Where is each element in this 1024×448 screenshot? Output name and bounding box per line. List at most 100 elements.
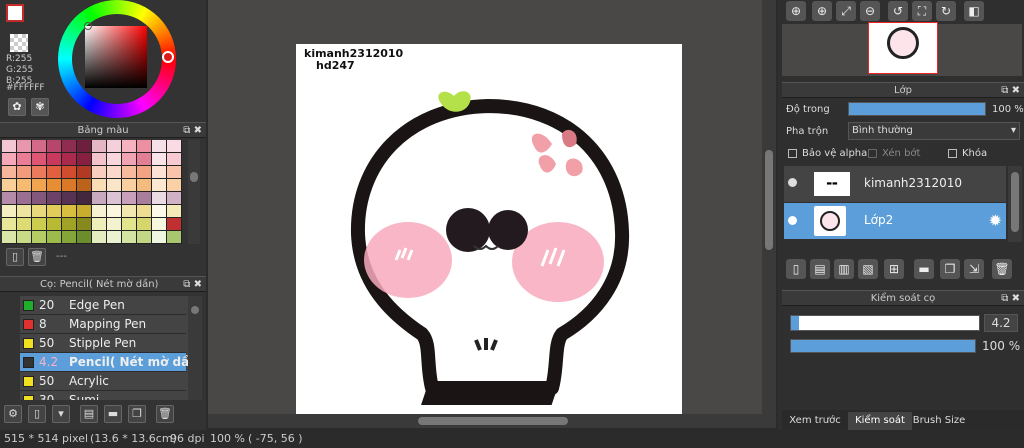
protect-alpha-checkbox[interactable]: Bảo vệ alpha — [788, 148, 867, 159]
layer-scrollbar[interactable] — [1008, 166, 1022, 242]
trash-icon[interactable]: 🗑 — [156, 405, 174, 423]
palette-swatch[interactable] — [122, 166, 136, 178]
palette-swatch[interactable] — [167, 218, 181, 230]
palette-swatch[interactable] — [92, 205, 106, 217]
new-layer-icon[interactable]: ▧ — [858, 259, 878, 279]
new-layer-icon[interactable]: ▯ — [786, 259, 806, 279]
palette-swatch[interactable] — [77, 192, 91, 204]
palette-swatch[interactable] — [107, 218, 121, 230]
canvas-horizontal-scrollbar[interactable] — [208, 414, 776, 428]
palette-swatch[interactable] — [17, 205, 31, 217]
zoom-in-icon[interactable]: ⊕ — [812, 1, 832, 21]
palette-swatch[interactable] — [167, 192, 181, 204]
palette-swatch[interactable] — [17, 179, 31, 191]
palette-swatch[interactable] — [122, 218, 136, 230]
palette-swatch[interactable] — [107, 179, 121, 191]
new-palette-icon[interactable]: ▯ — [6, 248, 24, 266]
palette-swatch[interactable] — [152, 205, 166, 217]
palette-swatch[interactable] — [77, 179, 91, 191]
palette-swatch[interactable] — [32, 166, 46, 178]
zoom-out-icon[interactable]: ⊖ — [860, 1, 880, 21]
palette-swatch[interactable] — [2, 140, 16, 152]
palette-swatch[interactable] — [122, 140, 136, 152]
palette-swatch[interactable] — [137, 192, 151, 204]
palette-swatch[interactable] — [32, 231, 46, 243]
brush-file-icon[interactable]: ▤ — [80, 405, 98, 423]
palette-swatch[interactable] — [92, 231, 106, 243]
new-layer-icon[interactable]: ▥ — [834, 259, 854, 279]
palette-swatch[interactable] — [77, 153, 91, 165]
lock-checkbox[interactable]: Khóa — [948, 148, 987, 159]
palette-swatch[interactable] — [2, 192, 16, 204]
fit-icon[interactable]: ⛶ — [912, 1, 932, 21]
palette-swatch[interactable] — [152, 192, 166, 204]
folder-icon[interactable]: ▬ — [914, 259, 934, 279]
panel-close-icon[interactable]: ⧉ ✖ — [183, 277, 202, 292]
saturation-value-square[interactable] — [85, 26, 147, 88]
palette-swatch[interactable] — [32, 153, 46, 165]
color-mode-icon[interactable]: ✿ — [8, 98, 26, 116]
fit-icon[interactable]: ⤢ — [836, 1, 856, 21]
palette-swatch[interactable] — [62, 166, 76, 178]
palette-swatch[interactable] — [2, 153, 16, 165]
palette-swatch[interactable] — [92, 192, 106, 204]
drawing-canvas[interactable]: kimanh2312010 hd247 — [296, 44, 682, 414]
palette-swatch[interactable] — [47, 140, 61, 152]
canvas-vertical-scrollbar[interactable] — [762, 0, 776, 414]
copy-icon[interactable]: ❐ — [940, 259, 960, 279]
palette-swatch[interactable] — [137, 231, 151, 243]
palette-swatch[interactable] — [77, 140, 91, 152]
tab-brush-preview[interactable]: Xem trước cọ — [782, 412, 848, 444]
palette-scroll-thumb[interactable] — [190, 172, 198, 182]
palette-swatch[interactable] — [107, 140, 121, 152]
palette-swatch[interactable] — [137, 153, 151, 165]
navigator-preview[interactable] — [782, 22, 1022, 76]
brush-list-item[interactable]: 8 Mapping Pen — [20, 315, 186, 334]
palette-swatch[interactable] — [32, 218, 46, 230]
canvas-hscroll-thumb[interactable] — [418, 417, 568, 425]
palette-swatch[interactable] — [107, 192, 121, 204]
canvas-vscroll-thumb[interactable] — [765, 150, 773, 250]
sv-picker-handle[interactable] — [84, 22, 92, 30]
palette-swatch[interactable] — [167, 153, 181, 165]
palette-swatch[interactable] — [122, 179, 136, 191]
palette-swatch[interactable] — [122, 192, 136, 204]
brush-scroll-thumb[interactable] — [191, 306, 199, 314]
new-layer-icon[interactable]: ▤ — [810, 259, 830, 279]
palette-swatch[interactable] — [17, 166, 31, 178]
palette-swatch[interactable] — [17, 140, 31, 152]
palette-swatch[interactable] — [77, 166, 91, 178]
clipping-checkbox[interactable]: Xén bớt — [868, 148, 920, 159]
copy-icon[interactable]: ❐ — [128, 405, 146, 423]
delete-palette-icon[interactable]: 🗑 — [28, 248, 46, 266]
foreground-color-swatch[interactable] — [6, 4, 24, 22]
palette-swatch[interactable] — [62, 153, 76, 165]
palette-swatch[interactable] — [152, 153, 166, 165]
visibility-icon[interactable] — [788, 178, 797, 187]
palette-swatch[interactable] — [122, 205, 136, 217]
palette-swatch[interactable] — [62, 140, 76, 152]
brush-list-item[interactable]: 50 Acrylic — [20, 372, 186, 391]
palette-swatch[interactable] — [137, 166, 151, 178]
brush-list-item[interactable]: 20 Edge Pen — [20, 296, 186, 315]
brush-scrollbar[interactable] — [188, 296, 202, 400]
palette-swatch[interactable] — [47, 153, 61, 165]
palette-swatch[interactable] — [77, 205, 91, 217]
layer-row-lop2[interactable]: Lớp2 ✹ — [784, 203, 1006, 239]
palette-swatch[interactable] — [122, 153, 136, 165]
visibility-icon[interactable] — [788, 216, 797, 225]
palette-swatch[interactable] — [62, 179, 76, 191]
palette-swatch[interactable] — [107, 153, 121, 165]
merge-icon[interactable]: ⇲ — [964, 259, 984, 279]
palette-swatch[interactable] — [77, 231, 91, 243]
panel-close-icon[interactable]: ⧉ ✖ — [183, 123, 202, 138]
palette-swatch[interactable] — [77, 218, 91, 230]
hue-picker-handle[interactable] — [162, 51, 174, 63]
palette-swatch[interactable] — [152, 166, 166, 178]
layer-opacity-slider[interactable] — [848, 102, 986, 116]
palette-swatch[interactable] — [92, 153, 106, 165]
palette-swatch[interactable] — [152, 231, 166, 243]
palette-swatch[interactable] — [32, 192, 46, 204]
panel-close-icon[interactable]: ⧉ ✖ — [1001, 291, 1020, 306]
palette-swatch[interactable] — [47, 192, 61, 204]
